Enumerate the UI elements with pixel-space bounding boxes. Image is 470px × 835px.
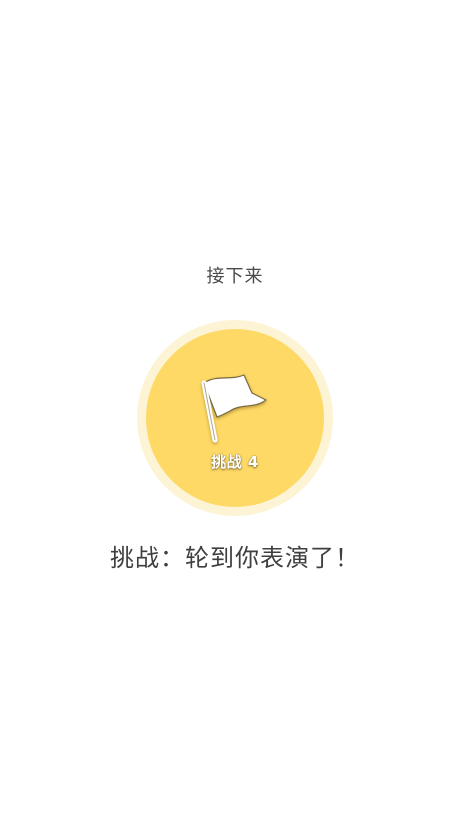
challenge-number-label: 挑战 4: [211, 453, 259, 471]
flag-icon: [201, 374, 267, 443]
challenge-badge: 挑战 4: [146, 329, 324, 507]
next-label: 接下来: [206, 266, 264, 287]
challenge-text: 挑战：轮到你表演了！: [110, 544, 360, 572]
screen: 接下来 挑战 4 挑战：轮到你表演了！: [0, 0, 470, 835]
